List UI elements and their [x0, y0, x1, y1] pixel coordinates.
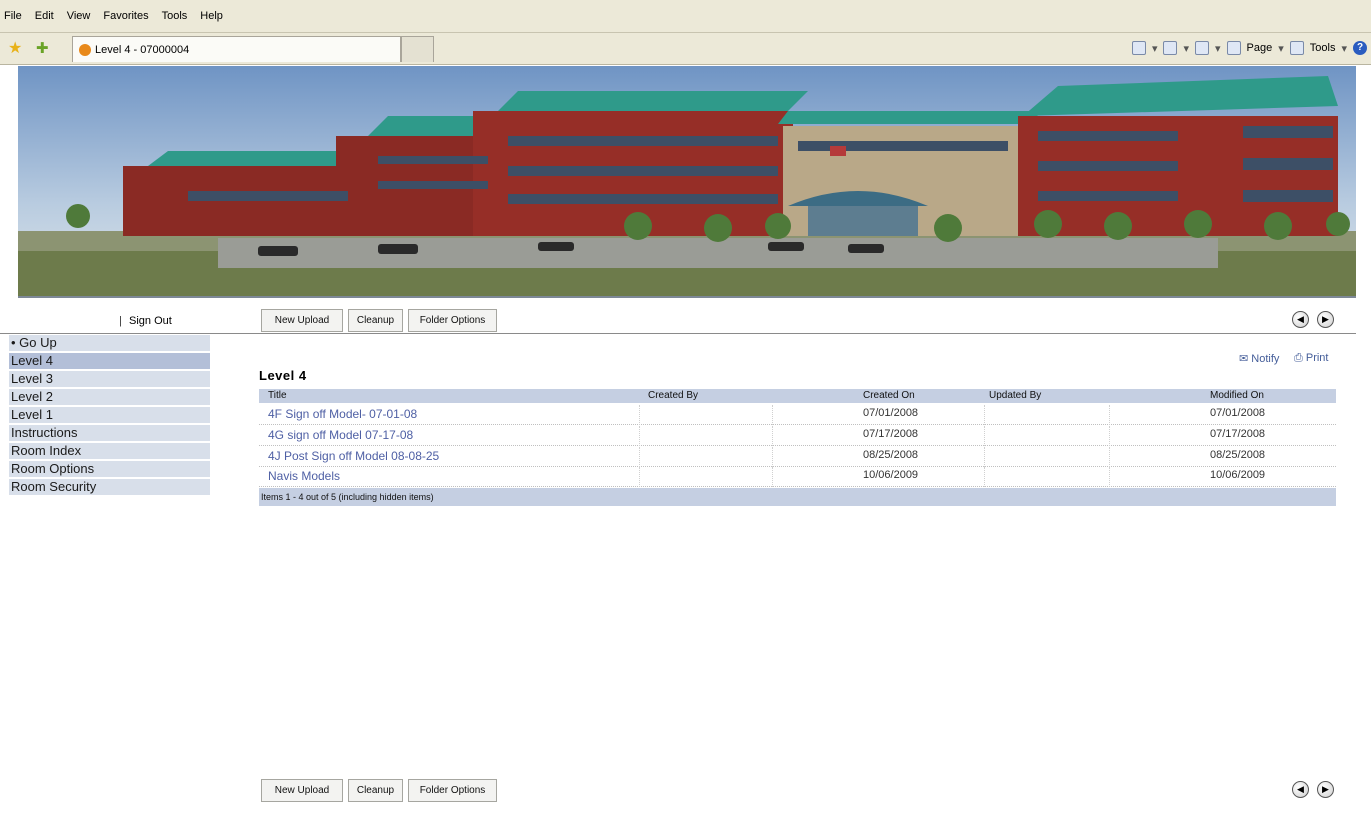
col-modified-on[interactable]: Modified On	[1210, 389, 1264, 403]
favorites-star-icon[interactable]: ★	[8, 40, 26, 58]
row-modified-on: 07/01/2008	[1210, 407, 1266, 419]
sidebar-item-instructions[interactable]: Instructions	[9, 425, 210, 441]
building-banner-image	[18, 66, 1356, 298]
feeds-icon[interactable]	[1163, 41, 1178, 55]
browser-toolbar: ★ ✚ Level 4 - 07000004 ▾ ▾ ▾ Page ▾ Tools…	[0, 33, 1371, 65]
row-created-on: 10/06/2009	[863, 469, 919, 481]
table-header: Title Created By Created On Updated By M…	[259, 389, 1336, 403]
page-title: Level 4	[259, 368, 307, 383]
print-link[interactable]: ⎙ Print	[1294, 352, 1328, 365]
browser-menubar: File Edit View Favorites Tools Help	[0, 0, 1371, 33]
user-bar: | Sign Out	[18, 310, 196, 332]
sidebar-nav: • Go Up Level 4 Level 3 Level 2 Level 1 …	[9, 335, 210, 497]
sidebar-item-level-1[interactable]: Level 1	[9, 407, 210, 423]
menu-favorites[interactable]: Favorites	[103, 10, 148, 22]
cleanup-button-bottom[interactable]: Cleanup	[348, 779, 403, 802]
menu-file[interactable]: File	[4, 10, 22, 22]
sidebar-item-room-options[interactable]: Room Options	[9, 461, 210, 477]
sidebar-item-room-index[interactable]: Room Index	[9, 443, 210, 459]
new-upload-button-top[interactable]: New Upload	[261, 309, 343, 332]
row-created-on: 07/01/2008	[863, 407, 919, 419]
folder-options-button-bottom[interactable]: Folder Options	[408, 779, 497, 802]
row-title-link[interactable]: 4J Post Sign off Model 08-08-25	[268, 449, 439, 463]
envelope-icon: ✉	[1239, 353, 1252, 365]
table-footer: Items 1 - 4 out of 5 (including hidden i…	[259, 488, 1336, 506]
new-tab-button[interactable]	[401, 36, 434, 62]
col-created-on[interactable]: Created On	[863, 389, 915, 403]
sidebar-item-level-4[interactable]: Level 4	[9, 353, 210, 369]
next-icon-bottom[interactable]: ▶	[1317, 781, 1334, 798]
col-updated-by[interactable]: Updated By	[989, 389, 1041, 403]
page-icon	[1226, 41, 1241, 55]
row-created-on: 08/25/2008	[863, 449, 919, 461]
table-row: Navis Models 10/06/2009 10/06/2009	[259, 467, 1336, 487]
row-title-link[interactable]: 4G sign off Model 07-17-08	[268, 428, 413, 442]
menu-help[interactable]: Help	[200, 10, 223, 22]
print-icon[interactable]	[1195, 41, 1210, 55]
cleanup-button-top[interactable]: Cleanup	[348, 309, 403, 332]
col-title[interactable]: Title	[268, 389, 287, 403]
row-title-link[interactable]: Navis Models	[268, 469, 340, 483]
col-created-by[interactable]: Created By	[648, 389, 698, 403]
previous-icon-top[interactable]: ◀	[1292, 311, 1309, 328]
table-row: 4G sign off Model 07-17-08 07/17/2008 07…	[259, 426, 1336, 446]
add-favorites-icon[interactable]: ✚	[36, 40, 54, 58]
row-modified-on: 10/06/2009	[1210, 469, 1266, 481]
tools-menu[interactable]: Tools	[1310, 42, 1336, 54]
notify-label: Notify	[1251, 353, 1280, 365]
row-created-on: 07/17/2008	[863, 428, 919, 440]
menu-tools[interactable]: Tools	[162, 10, 188, 22]
header-divider	[0, 333, 1356, 334]
print-label: Print	[1305, 352, 1329, 364]
home-icon[interactable]	[1131, 41, 1146, 55]
menu-view[interactable]: View	[67, 10, 91, 22]
folder-options-button-top[interactable]: Folder Options	[408, 309, 497, 332]
printer-icon: ⎙	[1294, 352, 1306, 364]
sidebar-item-room-security[interactable]: Room Security	[9, 479, 210, 495]
page-menu[interactable]: Page	[1247, 42, 1273, 54]
help-icon[interactable]: ?	[1353, 41, 1367, 55]
sidebar-item-level-2[interactable]: Level 2	[9, 389, 210, 405]
previous-icon-bottom[interactable]: ◀	[1292, 781, 1309, 798]
sidebar-item-go-up[interactable]: • Go Up	[9, 335, 210, 351]
tools-gear-icon	[1289, 41, 1304, 55]
table-row: 4J Post Sign off Model 08-08-25 08/25/20…	[259, 447, 1336, 467]
menu-edit[interactable]: Edit	[35, 10, 54, 22]
row-title-link[interactable]: 4F Sign off Model- 07-01-08	[268, 407, 417, 421]
user-separator: |	[119, 315, 122, 327]
tab-title: Level 4 - 07000004	[95, 43, 190, 56]
sign-out-link[interactable]: Sign Out	[129, 315, 172, 327]
browser-tab[interactable]: Level 4 - 07000004	[72, 36, 401, 62]
table-row: 4F Sign off Model- 07-01-08 07/01/2008 0…	[259, 405, 1336, 425]
command-bar: ▾ ▾ ▾ Page ▾ Tools ▾ ?	[1131, 41, 1367, 55]
sidebar-item-level-3[interactable]: Level 3	[9, 371, 210, 387]
row-modified-on: 08/25/2008	[1210, 449, 1266, 461]
next-icon-top[interactable]: ▶	[1317, 311, 1334, 328]
row-modified-on: 07/17/2008	[1210, 428, 1266, 440]
site-favicon-icon	[79, 43, 91, 56]
new-upload-button-bottom[interactable]: New Upload	[261, 779, 343, 802]
notify-link[interactable]: ✉ Notify	[1239, 352, 1279, 365]
